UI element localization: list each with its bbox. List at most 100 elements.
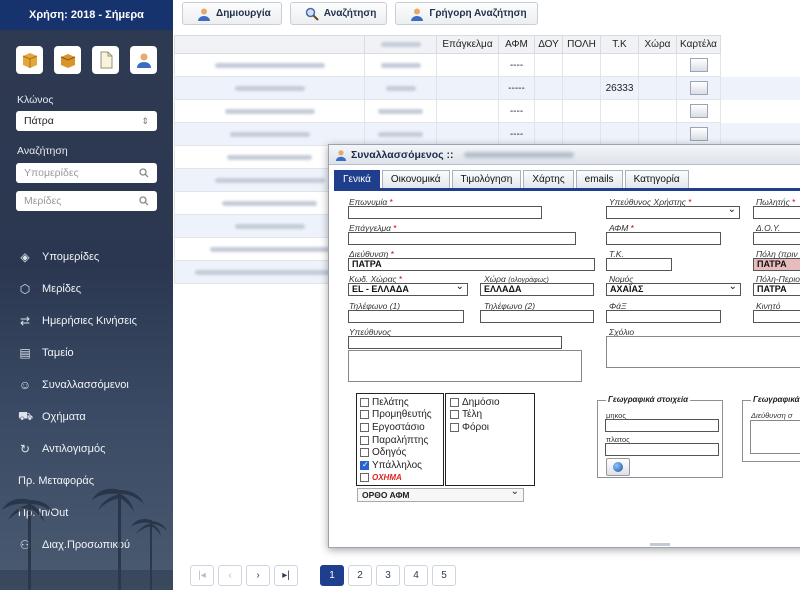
responsible-user-select[interactable] bbox=[606, 206, 740, 219]
tab-general[interactable]: Γενικά bbox=[334, 170, 380, 188]
sidebar-item-contacts[interactable]: ☺ Συναλλασσόμενοι bbox=[0, 369, 173, 401]
sidebar-item-vehicles[interactable]: ⛟ Οχήματα bbox=[0, 401, 173, 433]
column-header-postcode[interactable]: Τ.Κ bbox=[600, 35, 639, 54]
checkbox-box[interactable] bbox=[450, 410, 459, 420]
tab-financial[interactable]: Οικονομικά bbox=[381, 170, 450, 188]
geo-address-textarea[interactable] bbox=[750, 420, 800, 454]
checkbox-box[interactable] bbox=[450, 397, 459, 407]
checkbox-box[interactable] bbox=[360, 473, 369, 483]
table-row[interactable]: ----- 26333 bbox=[174, 76, 800, 100]
checkbox-roles-6[interactable]: ΟΧΗΜΑ bbox=[360, 472, 443, 485]
prefecture-select[interactable]: ΑΧΑΪΑΣ bbox=[606, 283, 741, 296]
page-2-button[interactable]: 2 bbox=[348, 565, 372, 586]
sidebar-item-cashier[interactable]: ▤ Ταμείο bbox=[0, 337, 173, 369]
checkbox-roles-2[interactable]: Εργοστάσιο bbox=[360, 421, 443, 434]
longitude-input[interactable] bbox=[605, 419, 719, 432]
search-button[interactable]: Αναζήτηση bbox=[289, 2, 388, 25]
accounts-search-input[interactable]: Μερίδες bbox=[16, 191, 157, 211]
card-button[interactable] bbox=[689, 127, 708, 141]
country-input[interactable]: ΕΛΛΑΔΑ bbox=[480, 283, 594, 296]
next-page-button[interactable]: › bbox=[246, 565, 270, 586]
tab-invoicing[interactable]: Τιμολόγηση bbox=[451, 170, 522, 188]
geolocate-button[interactable] bbox=[606, 458, 630, 476]
checkbox-public-1[interactable]: Τέλη bbox=[450, 409, 534, 422]
quick-search-button[interactable]: Γρήγορη Αναζήτηση bbox=[395, 2, 538, 25]
company-name-input[interactable] bbox=[348, 206, 542, 219]
sidebar-item-transfer-programs[interactable]: Πρ. Μεταφοράς bbox=[0, 465, 173, 497]
salesperson-input[interactable] bbox=[753, 206, 800, 219]
checkbox-roles-4[interactable]: Οδηγός bbox=[360, 446, 443, 459]
tab-emails[interactable]: emails bbox=[575, 170, 623, 188]
sidebar-item-in-out[interactable]: Πρ. In/Out bbox=[0, 497, 173, 529]
checkbox-box[interactable] bbox=[360, 435, 369, 445]
sidebar-item-accounts[interactable]: ⬡ Μερίδες bbox=[0, 273, 173, 305]
card-button[interactable] bbox=[689, 81, 708, 95]
column-header-blurred[interactable] bbox=[364, 35, 437, 54]
card-button[interactable] bbox=[689, 104, 708, 118]
table-row[interactable]: ---- bbox=[174, 99, 800, 123]
manager-input[interactable] bbox=[348, 336, 562, 349]
sidebar-item-reversal[interactable]: ↻ Αντιλογισμός bbox=[0, 433, 173, 465]
latitude-input[interactable] bbox=[605, 443, 719, 456]
city-area-input[interactable]: ΠΑΤΡΑ bbox=[753, 283, 800, 296]
column-header-profession[interactable]: Επάγκελμα bbox=[436, 35, 499, 54]
dialog-resize-handle[interactable] bbox=[650, 543, 670, 546]
postcode-input[interactable] bbox=[606, 258, 672, 271]
sidebar-item-subaccounts[interactable]: ◈ Υπομερίδες bbox=[0, 241, 173, 273]
first-page-button[interactable]: |◂ bbox=[190, 565, 214, 586]
table-row[interactable]: ---- bbox=[174, 53, 800, 77]
page-1-button[interactable]: 1 bbox=[320, 565, 344, 586]
tab-category[interactable]: Κατηγορία bbox=[624, 170, 689, 188]
page-5-button[interactable]: 5 bbox=[432, 565, 456, 586]
tab-map[interactable]: Χάρτης bbox=[523, 170, 574, 188]
city-input[interactable]: ΠΑΤΡΑ bbox=[753, 258, 800, 271]
address-input[interactable]: ΠΑΤΡΑ bbox=[348, 258, 595, 271]
checkbox-box[interactable] bbox=[360, 422, 369, 432]
column-header-tax-office[interactable]: ΔΟΥ bbox=[534, 35, 563, 54]
quick-open-box-button[interactable] bbox=[54, 46, 81, 74]
page-3-button[interactable]: 3 bbox=[376, 565, 400, 586]
column-header-country[interactable]: Χώρα bbox=[638, 35, 677, 54]
dialog-titlebar[interactable]: Συναλλασσόμενος :: bbox=[329, 145, 800, 165]
checkbox-roles-0[interactable]: Πελάτης bbox=[360, 396, 443, 409]
fax-input[interactable] bbox=[606, 310, 721, 323]
branch-select[interactable]: Πάτρα ⇕ bbox=[16, 111, 157, 131]
checkbox-box[interactable] bbox=[360, 397, 369, 407]
phone1-input[interactable] bbox=[348, 310, 464, 323]
checkbox-public-0[interactable]: Δημόσιο bbox=[450, 396, 534, 409]
table-row[interactable]: ---- bbox=[174, 122, 800, 146]
card-button[interactable] bbox=[689, 58, 708, 72]
column-header-city[interactable]: ΠΟΛΗ bbox=[562, 35, 601, 54]
quick-user-button[interactable] bbox=[130, 46, 157, 74]
sidebar-item-daily-movements[interactable]: ⇄ Ημερήσιες Κινήσεις bbox=[0, 305, 173, 337]
checkbox-box[interactable] bbox=[360, 448, 369, 458]
sidebar-item-staff[interactable]: ⚇ Διαχ.Προσωπικού bbox=[0, 529, 173, 561]
comment-textarea[interactable] bbox=[606, 336, 800, 368]
contact-dialog: Συναλλασσόμενος :: Γενικά Οικονομικά Τιμ… bbox=[328, 144, 800, 548]
quick-document-button[interactable] bbox=[92, 46, 119, 74]
column-header-vat[interactable]: ΑΦΜ bbox=[498, 35, 535, 54]
page-4-button[interactable]: 4 bbox=[404, 565, 428, 586]
checkbox-roles-3[interactable]: Παραλήπτης bbox=[360, 434, 443, 447]
phone2-input[interactable] bbox=[480, 310, 594, 323]
create-button[interactable]: Δημιουργία bbox=[182, 2, 282, 25]
vat-input[interactable] bbox=[606, 232, 721, 245]
column-header-card[interactable]: Καρτέλα bbox=[676, 35, 721, 54]
checkbox-box[interactable] bbox=[360, 460, 369, 470]
subaccounts-search-input[interactable]: Υπομερίδες bbox=[16, 163, 157, 183]
column-header-name[interactable] bbox=[174, 35, 365, 54]
mobile-input[interactable] bbox=[753, 310, 800, 323]
previous-page-button[interactable]: ‹ bbox=[218, 565, 242, 586]
country-code-select[interactable]: EL - ΕΛΛΑΔΑ bbox=[348, 283, 468, 296]
profession-input[interactable] bbox=[348, 232, 576, 245]
last-page-button[interactable]: ▸| bbox=[274, 565, 298, 586]
vat-status-select[interactable]: ΟΡΘΟ ΑΦΜ bbox=[357, 486, 524, 502]
tax-office-input[interactable] bbox=[753, 232, 800, 245]
checkbox-public-2[interactable]: Φόροι bbox=[450, 421, 534, 434]
quick-box-button[interactable] bbox=[16, 46, 43, 74]
checkbox-box[interactable] bbox=[360, 410, 369, 420]
manager-notes-textarea[interactable] bbox=[348, 350, 582, 382]
checkbox-box[interactable] bbox=[450, 422, 459, 432]
checkbox-roles-5[interactable]: Υπάλληλος bbox=[360, 459, 443, 472]
checkbox-roles-1[interactable]: Προμηθευτής bbox=[360, 409, 443, 422]
